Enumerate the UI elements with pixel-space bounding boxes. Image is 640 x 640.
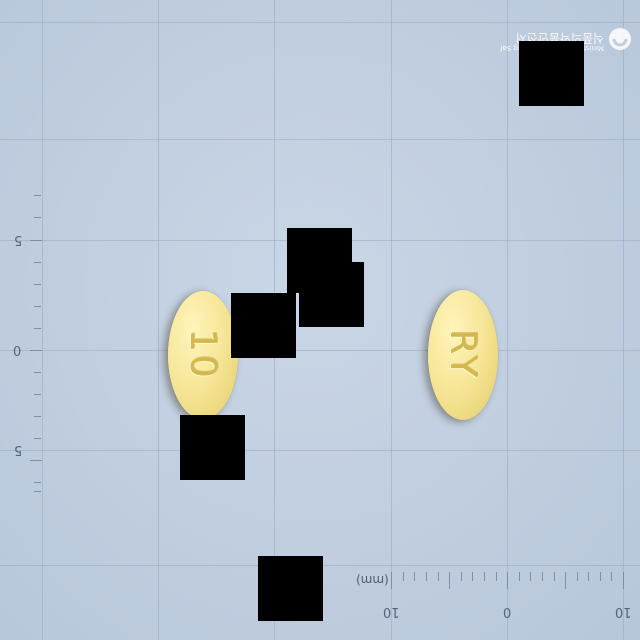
scale-tick: [611, 572, 612, 581]
scale-tick: [496, 572, 497, 581]
grid-line-horizontal: [0, 139, 640, 140]
scale-tick: [530, 572, 531, 581]
grid-line-vertical: [391, 0, 392, 640]
scale-tick: [34, 372, 41, 373]
scale-tick: [588, 572, 589, 581]
scale-tick: [34, 482, 41, 483]
scale-tick: [30, 460, 42, 461]
scale-tick: [414, 572, 415, 581]
grid-line-vertical: [42, 0, 43, 640]
scale-tick: [34, 217, 41, 218]
redaction-block: [258, 556, 323, 621]
scale-tick: [577, 572, 578, 581]
scale-tick: [484, 572, 485, 581]
scale-tick: [554, 572, 555, 581]
pill-imprint-back: RY: [442, 329, 484, 381]
scale-tick: [34, 195, 41, 196]
scale-tick: [34, 438, 41, 439]
pill-back: RY: [428, 290, 498, 420]
scale-tick: [30, 240, 42, 241]
scale-tick: [542, 572, 543, 581]
scale-tick: [34, 491, 41, 492]
scale-tick: [34, 262, 41, 263]
scale-tick: [391, 572, 392, 589]
pill-front: 10: [168, 291, 238, 419]
scale-tick: [600, 572, 601, 581]
scale-tick: [426, 572, 427, 581]
scale-tick: [438, 572, 439, 581]
scale-tick: [519, 572, 520, 581]
scale-tick: [623, 572, 624, 589]
scale-tick: [472, 572, 473, 581]
scale-label: 10: [615, 604, 632, 619]
scale-tick: [565, 572, 566, 589]
scale-tick: [461, 572, 462, 581]
scale-label: 0: [13, 342, 22, 357]
scale-tick: [34, 328, 41, 329]
redaction-block: [519, 41, 584, 106]
scale-tick: [403, 572, 404, 581]
scale-tick: [34, 306, 41, 307]
grid-line-horizontal: [0, 350, 640, 351]
scale-tick: [34, 416, 41, 417]
scale-tick: [34, 284, 41, 285]
scale-unit-label: (mm): [356, 573, 389, 587]
redaction-block: [180, 415, 245, 480]
grid-line-horizontal: [0, 450, 640, 451]
redaction-block: [231, 293, 296, 358]
grid-line-vertical: [623, 0, 624, 640]
scale-tick: [507, 572, 508, 589]
pill-photo: 식품의약품안전처 Ministry of Food and Drug Safet…: [0, 0, 640, 640]
scale-tick: [449, 572, 450, 589]
redaction-block: [299, 262, 364, 327]
scale-label: 5: [14, 232, 23, 247]
scale-label: 5: [14, 442, 23, 457]
scale-label: 0: [503, 604, 512, 619]
scale-label: 10: [383, 604, 400, 619]
scale-tick: [34, 394, 41, 395]
scale-tick: [30, 350, 42, 351]
